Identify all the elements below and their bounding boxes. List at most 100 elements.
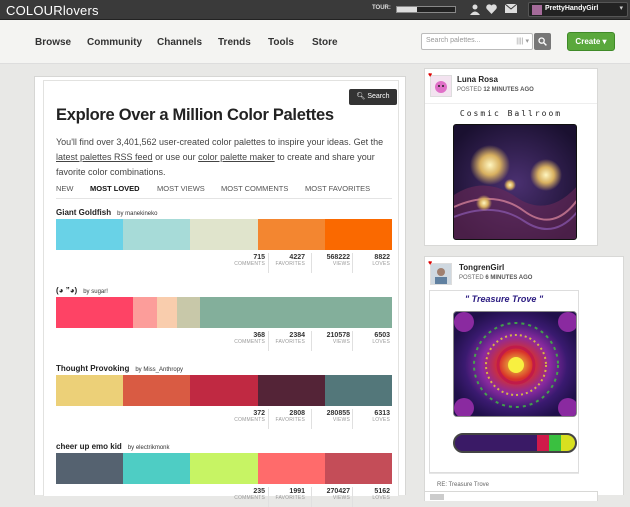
top-bar: COLOURlovers TOUR: PrettyHandyGirl ▾	[0, 0, 630, 20]
nav-trends[interactable]: Trends	[218, 37, 251, 48]
treasure-trove-artwork[interactable]	[453, 311, 577, 417]
treasure-palette-swatch[interactable]	[453, 433, 577, 453]
palette-author[interactable]: sugar!	[91, 289, 108, 295]
palette-stat: 4227 FAVORITES	[265, 254, 306, 267]
color-swatch[interactable]	[123, 219, 191, 250]
activity-card[interactable]: ♥ TongrenGirl POSTED 6 MINUTES AGO " Tre…	[424, 256, 624, 495]
palette-byline: by sugar!	[83, 289, 108, 295]
palette-swatches[interactable]	[56, 375, 392, 406]
palette-swatches[interactable]	[56, 297, 392, 328]
nav-channels[interactable]: Channels	[157, 37, 202, 48]
color-swatch[interactable]	[324, 453, 392, 484]
color-swatch[interactable]	[190, 375, 258, 406]
nav-store[interactable]: Store	[312, 37, 338, 48]
explore-search-button[interactable]: 🔍︎ Search	[349, 89, 397, 105]
page-title: Explore Over a Million Color Palettes	[56, 106, 334, 124]
stat-divider	[352, 331, 353, 351]
color-swatch[interactable]	[190, 219, 258, 250]
palette-title[interactable]: cheer up emo kid by electrikmonk	[56, 442, 170, 451]
search-button[interactable]	[534, 33, 551, 50]
user-menu[interactable]: PrettyHandyGirl ▾	[528, 2, 628, 17]
nav-community[interactable]: Community	[87, 37, 142, 48]
stat-label: COMMENTS	[234, 339, 265, 345]
color-swatch[interactable]	[257, 453, 325, 484]
color-swatch[interactable]	[123, 453, 191, 484]
color-swatch[interactable]	[324, 219, 392, 250]
palette-maker-link[interactable]: color palette maker	[198, 152, 275, 162]
activity-card[interactable]	[424, 491, 598, 501]
mail-icon[interactable]	[504, 3, 517, 16]
color-swatch[interactable]	[257, 219, 325, 250]
color-swatch[interactable]	[156, 297, 177, 328]
posted-time: 12 MINUTES AGO	[483, 87, 534, 93]
color-swatch[interactable]	[133, 297, 157, 328]
color-swatch[interactable]	[200, 297, 392, 328]
stat-label: FAVORITES	[275, 417, 305, 423]
palette-author[interactable]: electrikmonk	[136, 445, 170, 451]
stat-label: VIEWS	[332, 417, 350, 423]
palette-author[interactable]: Miss_Anthropy	[143, 367, 183, 373]
tab-most-favorites[interactable]: MOST FAVORITES	[305, 184, 370, 193]
stat-label: LOVES	[372, 495, 390, 501]
palette-swatches[interactable]	[56, 453, 392, 484]
heart-icon[interactable]	[485, 4, 498, 16]
stat-value: 368	[253, 332, 265, 339]
search-input[interactable]: Search palettes... |||| ▾	[421, 33, 533, 50]
palette-name[interactable]: (◕ ”◕)	[56, 286, 77, 295]
palette-stat: 280855 VIEWS	[310, 410, 350, 423]
username: PrettyHandyGirl	[545, 5, 599, 12]
user-icon[interactable]	[468, 4, 481, 16]
nav-tools[interactable]: Tools	[268, 37, 294, 48]
stat-label: LOVES	[372, 261, 390, 267]
site-logo[interactable]: COLOURlovers	[6, 3, 99, 18]
palette-stat: 210578 VIEWS	[310, 332, 350, 345]
palette-title[interactable]: Thought Provoking by Miss_Anthropy	[56, 364, 183, 373]
palette-title[interactable]: (◕ ”◕) by sugar!	[56, 286, 108, 295]
card-author[interactable]: Luna Rosa	[457, 75, 498, 84]
tab-most-loved[interactable]: MOST LOVED	[90, 184, 140, 193]
stat-value: 6503	[374, 332, 390, 339]
reply-label[interactable]: RE: Treasure Trove	[437, 482, 489, 488]
palette-name[interactable]: cheer up emo kid	[56, 442, 122, 451]
divider	[425, 103, 597, 104]
cosmic-ballroom-artwork[interactable]	[453, 124, 577, 240]
color-swatch[interactable]	[56, 219, 124, 250]
activity-card[interactable]: ♥ Luna Rosa POSTED 12 MINUTES AGO Cosmic…	[424, 68, 598, 246]
nav-browse[interactable]: Browse	[35, 37, 71, 48]
color-swatch[interactable]	[324, 375, 392, 406]
palette-title[interactable]: Giant Goldfish by manekineko	[56, 208, 157, 217]
color-swatch[interactable]	[176, 297, 201, 328]
color-swatch	[536, 435, 549, 451]
palette-name[interactable]: Giant Goldfish	[56, 208, 111, 217]
rss-feed-link[interactable]: latest palettes RSS feed	[56, 152, 153, 162]
card-author[interactable]: TongrenGirl	[459, 263, 504, 272]
palette-byline: by electrikmonk	[128, 445, 170, 451]
stat-value: 2808	[289, 410, 305, 417]
color-swatch[interactable]	[257, 375, 325, 406]
card-timestamp: POSTED 6 MINUTES AGO	[459, 275, 532, 281]
tour-progress-bar[interactable]	[396, 6, 456, 13]
color-swatch[interactable]	[190, 453, 258, 484]
color-swatch[interactable]	[56, 375, 124, 406]
palette-author[interactable]: manekineko	[125, 211, 157, 217]
search-scope-select[interactable]: |||| ▾	[516, 37, 529, 45]
tab-new[interactable]: NEW	[56, 184, 74, 193]
palette-name[interactable]: Thought Provoking	[56, 364, 129, 373]
palette-stat: 8822 LOVES	[350, 254, 390, 267]
palette-swatches[interactable]	[56, 219, 392, 250]
color-swatch[interactable]	[56, 453, 124, 484]
color-swatch	[548, 435, 561, 451]
stat-label: FAVORITES	[275, 261, 305, 267]
tab-most-comments[interactable]: MOST COMMENTS	[221, 184, 288, 193]
create-button[interactable]: Create ▾	[567, 32, 615, 51]
tab-most-views[interactable]: MOST VIEWS	[157, 184, 205, 193]
stat-divider	[268, 487, 269, 507]
palette-stat: 6313 LOVES	[350, 410, 390, 423]
stat-value: 8822	[374, 254, 390, 261]
stat-label: VIEWS	[332, 339, 350, 345]
color-swatch[interactable]	[123, 375, 191, 406]
heart-icon: ♥	[428, 260, 433, 267]
palette-by: by	[117, 211, 124, 217]
pink-creature-icon	[435, 81, 447, 93]
color-swatch[interactable]	[56, 297, 134, 328]
